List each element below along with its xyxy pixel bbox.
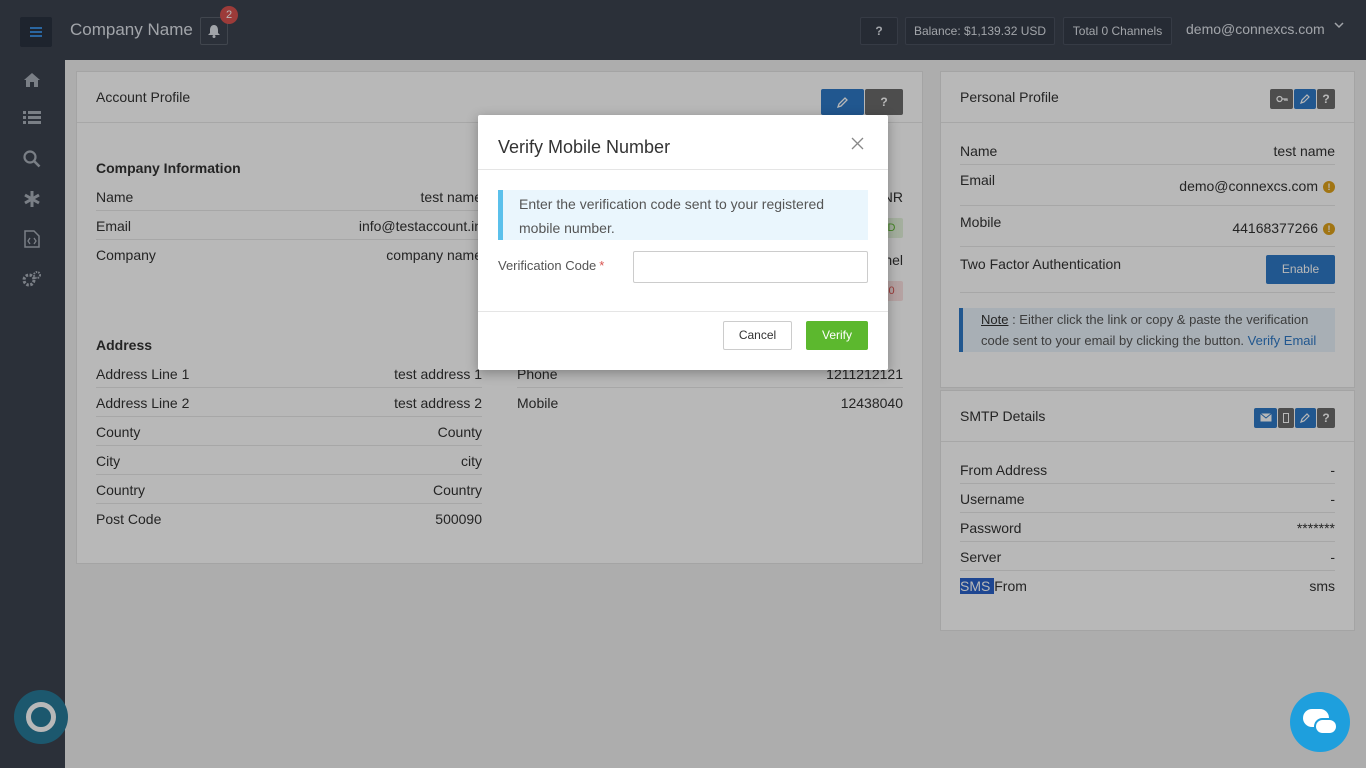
modal-title: Verify Mobile Number bbox=[498, 137, 671, 157]
cancel-button[interactable]: Cancel bbox=[723, 321, 792, 350]
verification-code-label: Verification Code * bbox=[498, 258, 604, 273]
verification-code-label-text: Verification Code bbox=[498, 258, 597, 273]
chat-button[interactable] bbox=[1290, 692, 1350, 752]
verify-mobile-modal: Verify Mobile Number Enter the verificat… bbox=[478, 115, 888, 370]
close-icon[interactable] bbox=[851, 134, 864, 154]
divider bbox=[478, 311, 888, 312]
divider bbox=[478, 169, 888, 170]
chat-bubble-icon bbox=[1314, 718, 1338, 735]
verify-button[interactable]: Verify bbox=[806, 321, 868, 350]
verification-code-input[interactable] bbox=[633, 251, 868, 283]
info-alert: Enter the verification code sent to your… bbox=[498, 190, 868, 240]
required-mark: * bbox=[599, 258, 605, 273]
